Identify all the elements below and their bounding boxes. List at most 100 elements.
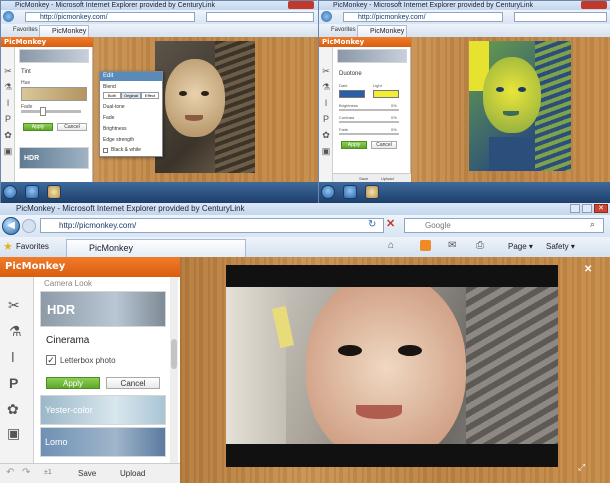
feeds-icon[interactable] [420, 240, 431, 251]
tab-picmonkey[interactable]: PicMonkey [357, 25, 407, 37]
print-icon[interactable]: ⎙ [476, 240, 484, 251]
flask-icon[interactable]: ⚗ [9, 323, 22, 340]
window-controls[interactable] [581, 1, 607, 9]
url-field[interactable]: http://picmonkey.com/ [343, 12, 503, 22]
ie-taskbar-icon[interactable] [343, 185, 357, 199]
crop-icon[interactable]: ✂ [8, 297, 20, 314]
fit-screen-icon[interactable]: ⤢ [578, 462, 585, 473]
dark-color-swatch[interactable] [339, 90, 365, 98]
letterbox-checkbox[interactable]: ✓ [46, 355, 56, 365]
slider-value: 0% [391, 115, 397, 120]
slider-label: Fade [339, 127, 349, 132]
save-link[interactable]: Save [78, 469, 96, 478]
tab-picmonkey[interactable]: PicMonkey [39, 25, 89, 37]
photo-image [226, 287, 558, 444]
url-field[interactable]: http://picmonkey.com/ [25, 12, 195, 22]
tab-picmonkey[interactable]: PicMonkey [66, 239, 246, 257]
url-field[interactable]: http://picmonkey.com/ [40, 218, 384, 233]
taskbar [1, 182, 318, 203]
crop-icon[interactable]: ✂ [3, 67, 13, 76]
apply-button[interactable]: Apply [46, 377, 100, 389]
blend-option-both[interactable]: Both [103, 92, 121, 99]
home-icon[interactable]: ⌂ [388, 240, 394, 251]
letterbox-label: Letterbox photo [60, 356, 116, 365]
effect-thumb[interactable] [337, 49, 407, 63]
favorites-label[interactable]: Favorites [13, 27, 38, 33]
apply-button[interactable]: Apply [23, 123, 53, 131]
popover-row: Brightness [103, 126, 127, 132]
top-left-window: PicMonkey - Microsoft Internet Explorer … [0, 0, 318, 203]
bw-checkbox[interactable] [103, 148, 108, 153]
back-icon[interactable]: ◀ [2, 217, 20, 235]
ie-taskbar-icon[interactable] [25, 185, 39, 199]
cancel-button[interactable]: Cancel [371, 141, 397, 149]
favorites-star-icon[interactable]: ★ [3, 240, 13, 253]
upload-link[interactable]: Upload [381, 176, 394, 181]
save-link[interactable]: Save [359, 176, 368, 181]
brush-icon[interactable]: ǀ [321, 99, 331, 108]
popover-row: Edge strength [103, 137, 135, 143]
window-controls[interactable] [288, 1, 314, 9]
effect-lomo[interactable]: Lomo [40, 427, 166, 457]
effect-yester-color[interactable]: Yester-color [40, 395, 166, 425]
frame-icon[interactable]: ▣ [7, 425, 20, 442]
safety-menu[interactable]: Safety ▾ [546, 242, 575, 251]
close-button[interactable]: ✕ [594, 204, 608, 213]
forward-icon[interactable] [22, 219, 36, 233]
light-color-swatch[interactable] [373, 90, 399, 98]
text-icon[interactable]: P [9, 375, 18, 391]
slider-knob[interactable] [40, 107, 46, 116]
frame-icon[interactable]: ▣ [3, 147, 13, 156]
effect-thumb-hdr[interactable]: HDR [19, 147, 89, 169]
favorites-label[interactable]: Favorites [331, 27, 356, 33]
brush-icon[interactable]: ǀ [11, 349, 15, 365]
blend-option-original[interactable]: Original [121, 92, 141, 99]
butterfly-icon[interactable]: ✿ [7, 401, 19, 418]
maximize-button[interactable] [582, 204, 592, 213]
fade-slider[interactable] [339, 133, 399, 135]
search-input[interactable]: Google [404, 218, 604, 233]
start-button[interactable] [3, 185, 17, 199]
popover-row: Fade [103, 115, 115, 121]
cancel-button[interactable]: Cancel [106, 377, 160, 389]
zoom-label[interactable]: ±1 [44, 469, 52, 476]
app-taskbar-icon[interactable] [365, 185, 379, 199]
butterfly-icon[interactable]: ✿ [3, 131, 13, 140]
butterfly-icon[interactable]: ✿ [321, 131, 331, 140]
minimize-button[interactable] [570, 204, 580, 213]
text-icon[interactable]: P [321, 115, 331, 124]
text-icon[interactable]: P [3, 115, 13, 124]
brush-icon[interactable]: ǀ [3, 99, 13, 108]
cancel-button[interactable]: Cancel [57, 123, 87, 131]
refresh-icon[interactable]: ↻ [368, 219, 380, 231]
stop-icon[interactable]: ✕ [386, 219, 398, 231]
undo-icon[interactable]: ↶ [6, 467, 14, 478]
scrollbar-thumb[interactable] [171, 339, 177, 369]
flask-icon[interactable]: ⚗ [321, 83, 331, 92]
crop-icon[interactable]: ✂ [321, 67, 331, 76]
mail-icon[interactable]: ✉ [448, 240, 456, 251]
search-field[interactable] [514, 12, 607, 22]
flask-icon[interactable]: ⚗ [3, 83, 13, 92]
close-panel-icon[interactable]: ✕ [584, 264, 592, 275]
blend-option-effect[interactable]: Effect [141, 92, 159, 99]
search-field[interactable] [206, 12, 314, 22]
effect-thumb[interactable] [19, 49, 89, 63]
favorites-label[interactable]: Favorites [16, 242, 49, 251]
search-icon[interactable]: ⌕ [590, 219, 595, 230]
frame-icon[interactable]: ▣ [321, 147, 331, 156]
back-button[interactable] [321, 11, 332, 22]
fade-slider[interactable] [21, 110, 81, 113]
start-button[interactable] [321, 185, 335, 199]
effect-hdr[interactable]: HDR [40, 291, 166, 327]
hue-slider[interactable] [21, 87, 87, 101]
brightness-slider[interactable] [339, 109, 399, 111]
panel-scrollbar[interactable] [170, 277, 178, 463]
redo-icon[interactable]: ↷ [22, 467, 30, 478]
upload-link[interactable]: Upload [120, 469, 145, 478]
contrast-slider[interactable] [339, 121, 399, 123]
apply-button[interactable]: Apply [341, 141, 367, 149]
app-taskbar-icon[interactable] [47, 185, 61, 199]
page-menu[interactable]: Page ▾ [508, 242, 533, 251]
back-button[interactable] [3, 11, 14, 22]
